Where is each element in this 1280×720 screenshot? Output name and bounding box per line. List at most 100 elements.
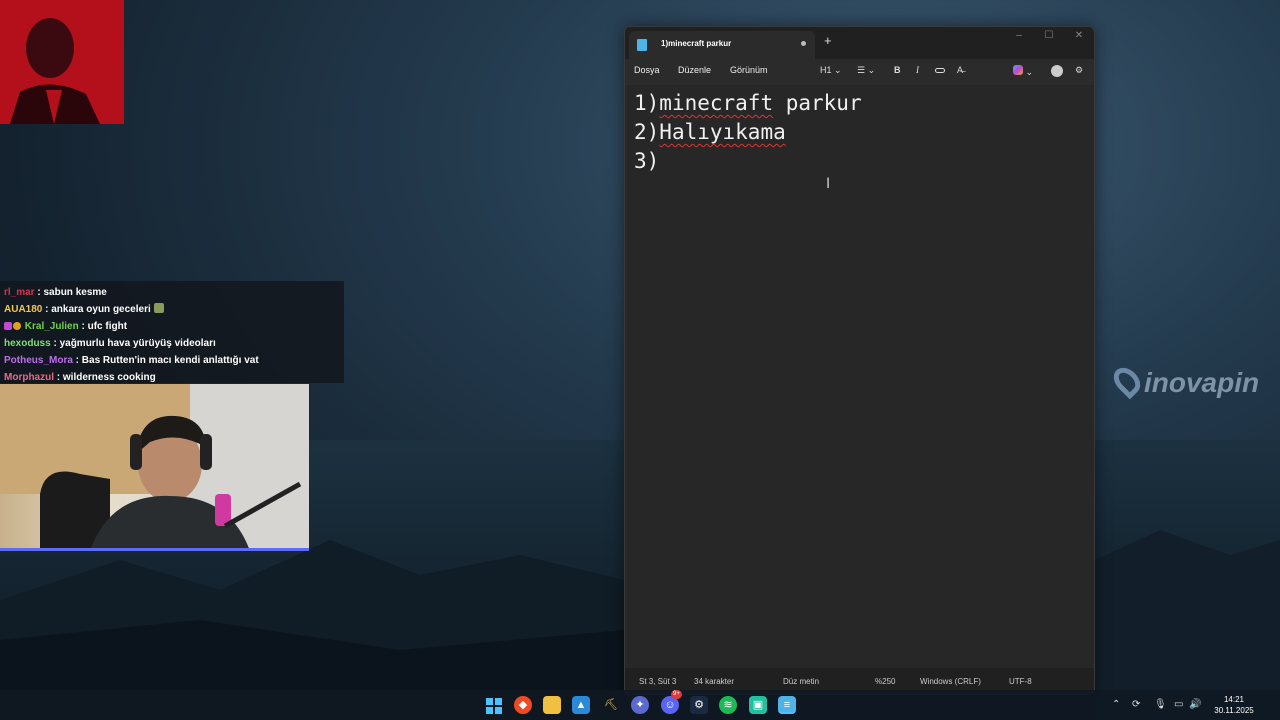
new-tab-button[interactable]: + [824,33,832,48]
zoom-level[interactable]: %250 [875,677,895,686]
settings-app-icon[interactable]: ✦ [631,696,649,714]
line-rest: parkur [773,91,862,115]
misspelled-word: minecraft [659,91,774,115]
text-format[interactable]: Düz metin [783,677,819,686]
notepad-window: 1)minecraft parkur + – ☐ ✕ Dosya Düzenle… [624,26,1095,695]
heading-dropdown[interactable]: H1 ⌄ [820,65,842,76]
close-button[interactable]: ✕ [1069,30,1089,41]
clock-time: 14:21 [1223,695,1245,704]
chat-text: ufc fight [87,321,128,332]
photos-icon[interactable]: ▲ [572,696,590,714]
tab-title: 1)minecraft parkur [661,39,732,48]
menu-view[interactable]: Görünüm [730,65,768,75]
document-tab[interactable]: 1)minecraft parkur [629,31,815,59]
editor-line: 2)Halıyıkama [634,118,1094,147]
chat-separator: : [72,355,82,366]
chat-message: AUA180 : ankara oyun geceleri [0,301,344,318]
steam-icon[interactable]: ⚙ [690,696,708,714]
settings-gear-icon[interactable]: ⚙ [1075,65,1083,76]
stream-avatar [0,0,124,124]
notepad-icon [637,39,647,51]
chat-separator: : [42,304,52,315]
account-button[interactable] [1051,65,1063,79]
stream-chat: rl_mar : sabun kesme AUA180 : ankara oyu… [0,281,344,383]
minimize-button[interactable]: – [1009,30,1029,41]
encoding[interactable]: UTF-8 [1009,677,1032,686]
editor-line: 3) [634,147,1094,176]
italic-button[interactable]: I [916,65,919,75]
link-icon [935,68,945,73]
chat-username: Morphazul [4,372,54,383]
line-ending[interactable]: Windows (CRLF) [920,677,981,686]
subscriber-badge-icon [4,322,12,330]
microphone-icon[interactable]: 🎙 [1154,699,1167,710]
notification-badge: 9+ [671,690,682,699]
line-prefix: 3) [634,149,660,173]
text-editor[interactable]: 1)minecraft parkur 2)Halıyıkama 3) I [625,85,1094,670]
copilot-icon [1013,65,1023,75]
line-prefix: 2) [634,120,660,144]
vip-badge-icon [13,322,21,330]
chevron-down-icon: ⌄ [834,65,842,75]
chat-message: Potheus_Mora : Bas Rutten'in macı kendi … [0,352,344,369]
list-icon: ☰ [857,65,866,75]
clear-formatting-button[interactable]: A̶ [957,65,963,75]
emote-icon [153,303,164,313]
pickaxe-app-icon[interactable]: ⛏ [602,696,620,714]
file-explorer-icon[interactable] [543,696,561,714]
chat-app-icon[interactable]: ▣ [749,696,767,714]
unsaved-dot-icon[interactable] [801,41,806,46]
chevron-down-icon: ⌄ [867,65,876,75]
text-cursor-icon: I [826,176,831,192]
chat-separator: : [54,372,63,383]
chat-separator: : [78,321,88,332]
chevron-down-icon: ⌄ [1025,67,1034,77]
webcam-feed [0,384,309,551]
chat-username: rl_mar [4,287,35,298]
heading-label: H1 [820,65,832,75]
misspelled-word: Halıyıkama [659,120,786,144]
portrait-image [0,0,124,124]
line-prefix: 1) [634,91,660,115]
menu-bar: Dosya Düzenle Görünüm H1 ⌄ ☰ ⌄ B I A̶ ⌄ … [625,59,1094,85]
location-pin-icon [1108,362,1146,400]
chat-message: rl_mar : sabun kesme [0,284,344,301]
chat-text: wilderness cooking [62,372,156,383]
network-icon[interactable]: ▭ [1174,699,1183,710]
system-clock[interactable]: 14:21 30.11.2025 [1206,694,1262,716]
taskbar: ◆ ▲ ⛏ ✦ ☺ 9+ ⚙ ≋ ▣ ≡ ⌃ ⟳ 🎙 ▭ 🔊 14:21 30.… [0,690,1280,720]
title-bar: 1)minecraft parkur + – ☐ ✕ [625,27,1094,59]
chat-username: Kral_Julien [24,321,79,332]
menu-file[interactable]: Dosya [634,65,660,75]
bold-button[interactable]: B [894,65,901,75]
chat-text: sabun kesme [43,287,107,298]
discord-icon[interactable]: ☺ 9+ [661,690,682,714]
chat-username: hexoduss [4,338,51,349]
chat-message: Kral_Julien : ufc fight [0,318,344,335]
link-button[interactable] [935,65,945,75]
cursor-position: St 3, Süt 3 [639,677,677,686]
sponsor-logo: inovapin [1108,362,1260,406]
streamer-image [0,384,309,548]
start-windows-icon[interactable] [484,696,502,714]
volume-icon[interactable]: 🔊 [1189,699,1201,710]
account-icon [1051,65,1063,77]
chat-separator: : [50,338,60,349]
spotify-icon[interactable]: ≋ [719,696,737,714]
chat-text: ankara oyun geceleri [51,304,151,315]
chat-username: Potheus_Mora [4,355,73,366]
menu-edit[interactable]: Düzenle [678,65,711,75]
list-dropdown[interactable]: ☰ ⌄ [857,65,875,76]
character-count: 34 karakter [694,677,735,686]
chat-message: hexoduss : yağmurlu hava yürüyüş videola… [0,335,344,352]
chat-text: yağmurlu hava yürüyüş videoları [59,338,216,349]
notepad-taskbar-icon[interactable]: ≡ [778,696,796,714]
editor-line: 1)minecraft parkur [634,89,1094,118]
chat-text: Bas Rutten'in macı kendi anlattığı vat [81,355,259,366]
sponsor-logo-text: inovapin [1144,367,1260,398]
maximize-button[interactable]: ☐ [1039,30,1059,41]
sync-icon[interactable]: ⟳ [1132,699,1140,710]
copilot-button[interactable]: ⌄ [1013,65,1033,78]
chevron-up-icon[interactable]: ⌃ [1112,699,1120,710]
brave-browser-icon[interactable]: ◆ [514,696,532,714]
